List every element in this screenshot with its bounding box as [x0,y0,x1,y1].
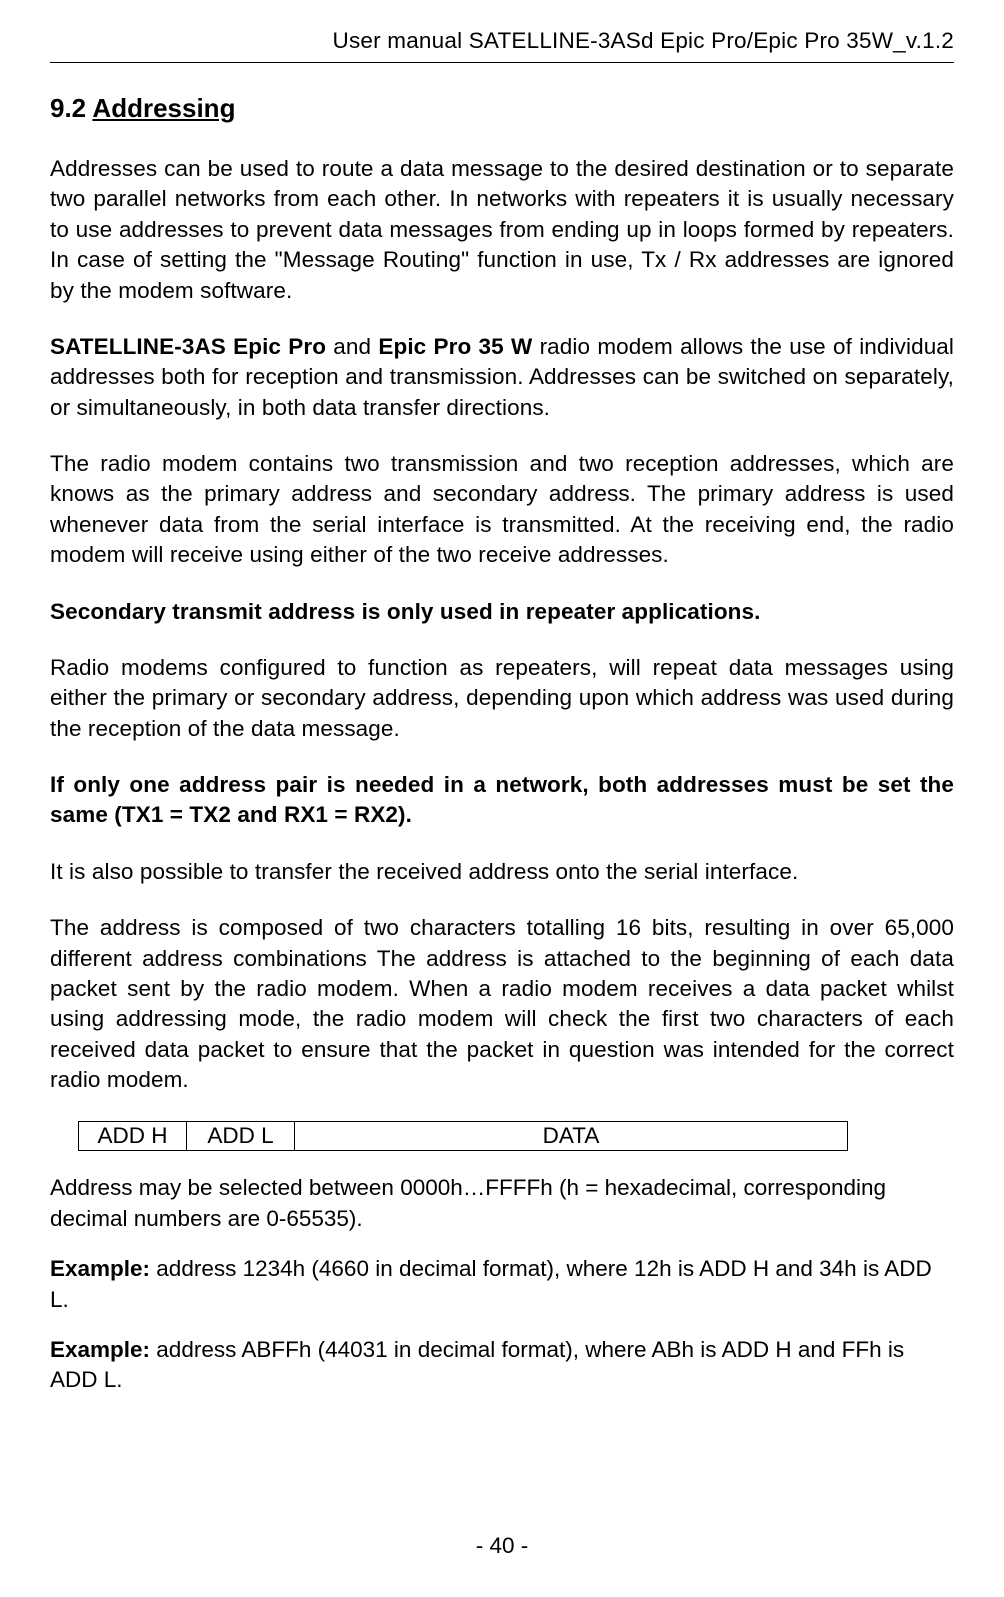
paragraph-single-pair: If only one address pair is needed in a … [50,770,954,831]
paragraph-example-2: Example: address ABFFh (44031 in decimal… [50,1335,954,1396]
page-footer: - 40 - [0,1533,1004,1559]
paragraph-range: Address may be selected between 0000h…FF… [50,1173,954,1234]
header-divider [50,62,954,63]
section-heading: 9.2 Addressing [50,93,954,124]
document-header: User manual SATELLINE-3ASd Epic Pro/Epic… [50,28,954,54]
cell-add-l: ADD L [187,1122,295,1151]
paragraph-addresses: The radio modem contains two transmissio… [50,449,954,571]
section-number: 9.2 [50,93,86,123]
table-row: ADD H ADD L DATA [79,1122,848,1151]
model-name-2: Epic Pro 35 W [378,334,532,359]
page-number: - 40 - [476,1533,529,1558]
paragraph-composition: The address is composed of two character… [50,913,954,1095]
paragraph-serial-transfer: It is also possible to transfer the rece… [50,857,954,887]
example-label-1: Example: [50,1256,150,1281]
paragraph-secondary-note: Secondary transmit address is only used … [50,597,954,627]
section-title: Addressing [92,93,235,123]
paragraph-intro: Addresses can be used to route a data me… [50,154,954,306]
model-name-1: SATELLINE-3AS Epic Pro [50,334,326,359]
paragraph-example-1: Example: address 1234h (4660 in decimal … [50,1254,954,1315]
example-label-2: Example: [50,1337,150,1362]
paragraph-models: SATELLINE-3AS Epic Pro and Epic Pro 35 W… [50,332,954,423]
paragraph-repeaters: Radio modems configured to function as r… [50,653,954,744]
header-text: User manual SATELLINE-3ASd Epic Pro/Epic… [333,28,954,53]
cell-add-h: ADD H [79,1122,187,1151]
cell-data: DATA [295,1122,848,1151]
address-packet-table: ADD H ADD L DATA [78,1121,848,1151]
